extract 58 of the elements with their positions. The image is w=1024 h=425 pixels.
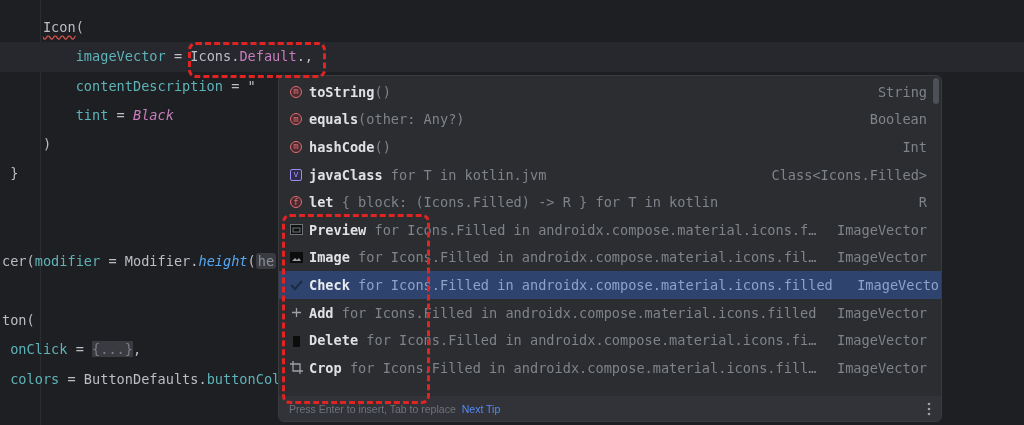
type-label: ImageVector xyxy=(835,332,927,349)
type-label: R xyxy=(917,194,927,211)
completion-item[interactable]: Preview for Icons.Filled in androidx.compose.material.icons.f… ImageVector xyxy=(279,215,941,244)
code-line: ) xyxy=(41,136,52,153)
completion-text: let { block: (Icons.Filled) -> R } for T in kotlin xyxy=(309,194,719,211)
code-line: tint = Black xyxy=(74,106,174,123)
type-label: String xyxy=(876,83,927,100)
completion-text: Crop for Icons.Filled in androidx.compose.material.icons.fill… xyxy=(309,359,817,376)
code-line: } xyxy=(9,165,19,182)
completion-item[interactable]: Crop for Icons.Filled in androidx.compose.material.icons.fill… ImageVector xyxy=(279,353,941,382)
completion-text: toString() xyxy=(309,83,391,100)
type-label: ImageVector xyxy=(835,359,927,376)
code-line: imageVector = Icons.Default., xyxy=(74,48,314,65)
completion-text: hashCode() xyxy=(309,139,391,155)
completion-item[interactable]: m toString() String xyxy=(279,78,941,106)
method-icon: m xyxy=(290,85,302,98)
method-icon: m xyxy=(290,113,302,126)
code-line: cer(modifier = Modifier.height(he xyxy=(2,253,277,270)
type-label: Class<Icons.Filled> xyxy=(770,166,927,183)
completion-text: Check for Icons.Filled in androidx.compose.material.icons.filled xyxy=(309,276,833,293)
completion-item[interactable]: f let { block: (Icons.Filled) -> R } for T in kotlin R xyxy=(279,188,941,216)
completion-item[interactable]: Image for Icons.Filled in androidx.compose.material.icons.fil… ImageVector xyxy=(279,243,941,272)
completion-item[interactable]: Add for Icons.Filled in androidx.compose.material.icons.filled ImageVector xyxy=(279,298,941,327)
completion-text: Add for Icons.Filled in androidx.compose.material.icons.filled xyxy=(309,304,817,321)
completion-item[interactable]: m equals(other: Any?) Boolean xyxy=(279,105,941,134)
check-icon xyxy=(289,280,303,291)
completion-text: javaClass for T in kotlin.jvm xyxy=(309,166,547,183)
crop-icon xyxy=(289,361,303,375)
more-icon[interactable] xyxy=(927,402,931,415)
completion-text: equals(other: Any?) xyxy=(309,111,465,128)
property-icon: v xyxy=(290,168,302,181)
code-line: contentDescription = " xyxy=(74,77,256,94)
footer-hint: Press Enter to insert, Tab to replace xyxy=(289,402,456,415)
type-label: ImageVecto xyxy=(856,276,939,293)
method-icon: m xyxy=(290,141,302,153)
code-line: Icon( xyxy=(41,19,84,35)
plus-icon xyxy=(290,307,302,318)
code-line: ton( xyxy=(2,311,35,328)
image-icon xyxy=(289,251,303,263)
type-label: Int xyxy=(901,139,927,155)
code-line: colors = ButtonDefaults.buttonCol xyxy=(9,370,281,387)
trash-icon xyxy=(292,335,300,347)
type-label: ImageVector xyxy=(835,221,927,238)
completion-text: Image for Icons.Filled in androidx.compose.material.icons.fil… xyxy=(309,249,817,266)
function-icon: f xyxy=(290,196,302,209)
next-tip-link[interactable]: Next Tip xyxy=(461,402,501,415)
window-icon xyxy=(289,224,303,236)
completion-item[interactable]: v javaClass for T in kotlin.jvm Class<Icons.Filled> xyxy=(279,160,941,189)
completion-item[interactable]: m hashCode() Int xyxy=(279,133,941,161)
completion-text: Delete for Icons.Filled in androidx.compose.material.icons.fi… xyxy=(309,332,817,349)
scrollbar-thumb[interactable] xyxy=(933,78,939,104)
type-label: ImageVector xyxy=(835,249,927,266)
completion-text: Preview for Icons.Filled in androidx.compose.material.icons.f… xyxy=(309,221,817,238)
type-label: Boolean xyxy=(868,111,927,128)
completion-item[interactable]: Delete for Icons.Filled in androidx.compose.material.icons.fi… ImageVector xyxy=(279,326,941,354)
code-line: onClick = {...}, xyxy=(9,341,142,358)
type-label: ImageVector xyxy=(835,304,927,321)
completion-item[interactable]: Check for Icons.Filled in androidx.compose.material.icons.filled ImageVecto xyxy=(279,271,941,299)
